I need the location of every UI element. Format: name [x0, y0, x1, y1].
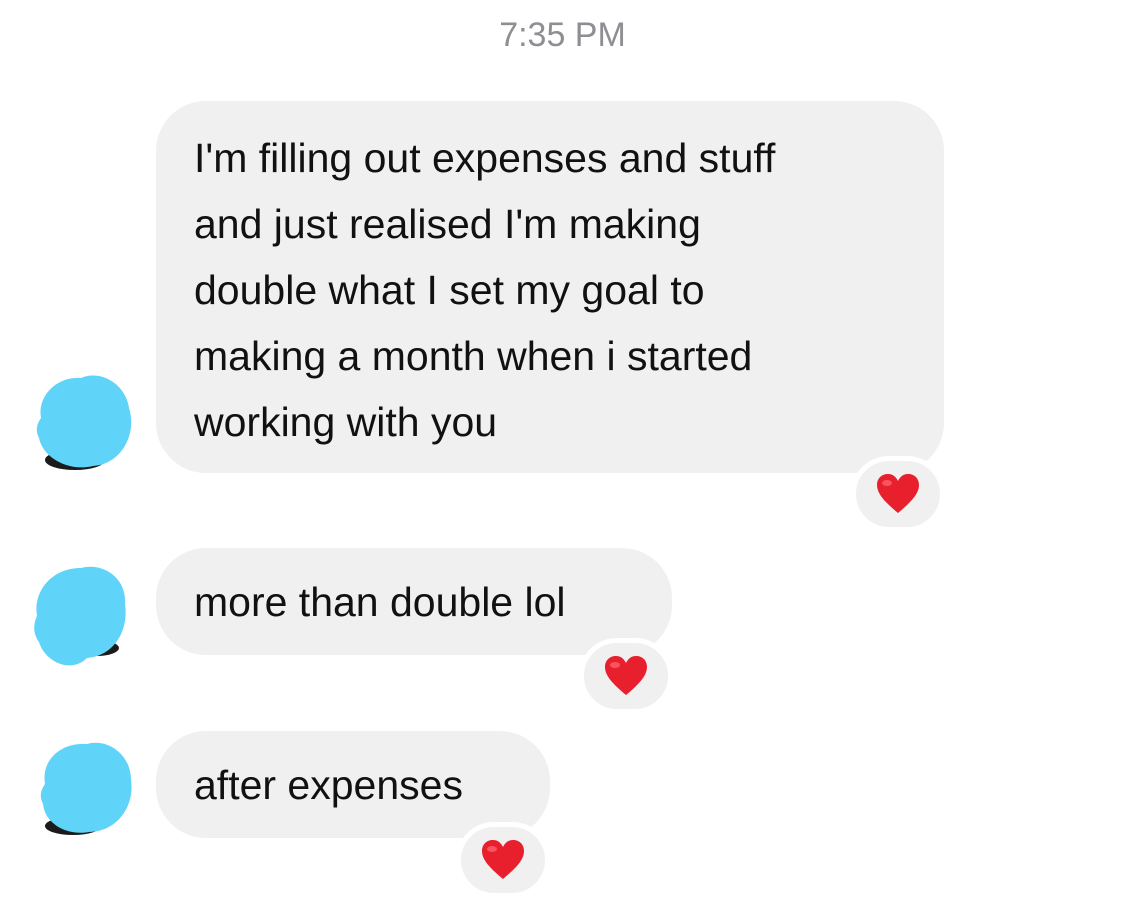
message-bubble[interactable]: I'm filling out expenses and stuff and j…	[156, 101, 944, 473]
message-text: more than double lol	[194, 579, 566, 625]
message-bubble[interactable]: more than double lol	[156, 548, 672, 655]
reaction-badge[interactable]	[851, 456, 945, 532]
message-timestamp: 7:35 PM	[499, 16, 626, 54]
reaction-badge[interactable]	[456, 822, 550, 898]
sender-avatar[interactable]	[31, 562, 127, 666]
sender-avatar[interactable]	[37, 738, 133, 835]
red-heart-icon	[605, 656, 647, 695]
sender-avatar[interactable]	[33, 368, 132, 470]
message-text: I'm filling out expenses and stuff and j…	[194, 135, 776, 445]
reaction-badge[interactable]	[579, 638, 673, 714]
red-heart-icon	[482, 840, 524, 879]
red-heart-icon	[877, 474, 919, 513]
message-text: after expenses	[194, 762, 463, 808]
